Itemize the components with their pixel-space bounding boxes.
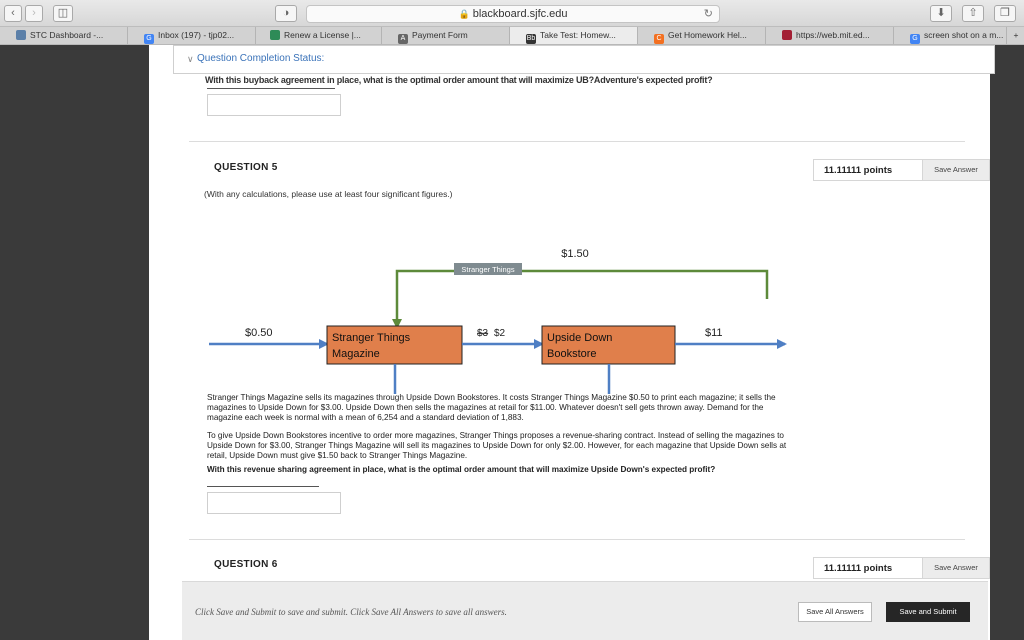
reload-icon[interactable]: ↻ [704, 6, 713, 22]
question-6-points: 11.11111 points [824, 563, 893, 574]
question-5-prompt: With this revenue sharing agreement in p… [207, 465, 716, 474]
supply-chain-diagram: Stranger Things $1.50 $0.50 Stranger Thi… [209, 248, 787, 394]
forward-button[interactable]: › [25, 5, 43, 22]
question-5-save-answer-button[interactable]: Save Answer [922, 160, 989, 180]
tab-strip: STC Dashboard -... G Inbox (197) - tjp02..… [0, 27, 1024, 45]
submit-footer: Click Save and Submit to save and submit… [182, 581, 988, 640]
question-5-title: QUESTION 5 [214, 162, 278, 173]
browser-tab[interactable]: G Inbox (197) - tjp02... [128, 27, 256, 44]
new-wholesale-price: $2 [494, 328, 506, 339]
save-and-submit-button[interactable]: Save and Submit [886, 602, 970, 622]
footer-instructions: Click Save and Submit to save and submit… [195, 607, 507, 617]
right-margin [990, 45, 1024, 640]
lock-icon: 🔒 [458, 9, 470, 19]
previous-answer-input[interactable] [207, 94, 341, 116]
browser-tab-label: STC Dashboard -... [30, 30, 104, 40]
browser-tab-label: Inbox (197) - tjp02... [158, 30, 235, 40]
share-icon[interactable]: ⇧ [962, 5, 984, 22]
download-icon[interactable]: ⬇ [930, 5, 952, 22]
browser-tab-label: Renew a License |... [284, 30, 361, 40]
tab-favicon-icon [782, 30, 792, 40]
browser-tab-label: https://web.mit.ed... [796, 30, 870, 40]
browser-tab-label: Payment Form [412, 30, 468, 40]
question-5-instructions: (With any calculations, please use at le… [204, 189, 453, 199]
answer-underline [207, 88, 335, 89]
url-text: blackboard.sjfc.edu [472, 8, 568, 20]
browser-tab[interactable]: A Payment Form [382, 27, 510, 44]
shield-icon[interactable]: ◑ [275, 5, 297, 22]
divider [189, 141, 965, 142]
tab-favicon-icon: G [910, 34, 920, 44]
browser-tab[interactable]: Bb Take Test: Homew... [510, 27, 638, 44]
stranger-things-green-label: Stranger Things [461, 265, 514, 274]
browser-tab-label: Take Test: Homew... [540, 30, 616, 40]
box1-line2: Magazine [332, 348, 380, 360]
question-5-points: 11.11111 points [824, 165, 893, 176]
browser-tab[interactable]: https://web.mit.ed... [766, 27, 894, 44]
question-5-answer-input[interactable] [207, 492, 341, 514]
question-5-paragraph-1: Stranger Things Magazine sells its magaz… [207, 393, 776, 422]
revenue-share-price: $1.50 [561, 248, 589, 260]
question-5-paragraph-2: To give Upside Down Bookstores incentive… [207, 431, 787, 460]
revenue-share-arrow [392, 269, 769, 329]
tab-favicon-icon: A [398, 34, 408, 44]
retail-price-label: $11 [705, 327, 723, 339]
tab-favicon-icon: C [654, 34, 664, 44]
browser-tab-label: Get Homework Hel... [668, 30, 747, 40]
old-wholesale-price: $3 [477, 328, 489, 339]
question-completion-status[interactable]: ∨ Question Completion Status: [173, 45, 995, 74]
question-6-title: QUESTION 6 [214, 559, 278, 570]
completion-status-label: Question Completion Status: [197, 53, 325, 64]
browser-tab[interactable]: C Get Homework Hel... [638, 27, 766, 44]
browser-tab[interactable]: Gscreen shot on a m... [894, 27, 1007, 44]
address-bar[interactable]: 🔒 blackboard.sjfc.edu ↻ [306, 5, 720, 23]
divider [189, 539, 965, 540]
question-6-save-answer-button[interactable]: Save Answer [922, 558, 989, 578]
save-all-answers-button[interactable]: Save All Answers [798, 602, 872, 622]
question-6-points-box: 11.11111 points Save Answer [813, 557, 990, 579]
new-tab-icon[interactable]: + [1008, 27, 1024, 44]
box2-line2: Bookstore [547, 348, 597, 360]
browser-tab-label: screen shot on a m... [924, 30, 1004, 40]
browser-toolbar: ‹ › ◫ ◑ 🔒 blackboard.sjfc.edu ↻ ⬇ ⇧ ❐ [0, 0, 1024, 27]
question-5-points-box: 11.11111 points Save Answer [813, 159, 990, 181]
sidebar-toggle-icon[interactable]: ◫ [53, 5, 73, 22]
tab-favicon-icon [16, 30, 26, 40]
print-cost-label: $0.50 [245, 327, 273, 339]
answer-underline [207, 486, 319, 487]
browser-tab[interactable]: STC Dashboard -... [0, 27, 128, 44]
back-button[interactable]: ‹ [4, 5, 22, 22]
left-margin [0, 45, 149, 640]
browser-tab[interactable]: Renew a License |... [254, 27, 382, 44]
box1-line1: Stranger Things [332, 332, 411, 344]
tab-favicon-icon: G [144, 34, 154, 44]
previous-question-text: With this buyback agreement in place, wh… [205, 75, 713, 85]
tab-favicon-icon [270, 30, 280, 40]
box2-line1: Upside Down [547, 332, 612, 344]
tab-overview-icon[interactable]: ❐ [994, 5, 1016, 22]
chevron-down-icon: ∨ [187, 54, 194, 64]
tab-favicon-icon: Bb [526, 34, 536, 44]
test-content: With this buyback agreement in place, wh… [149, 45, 990, 640]
